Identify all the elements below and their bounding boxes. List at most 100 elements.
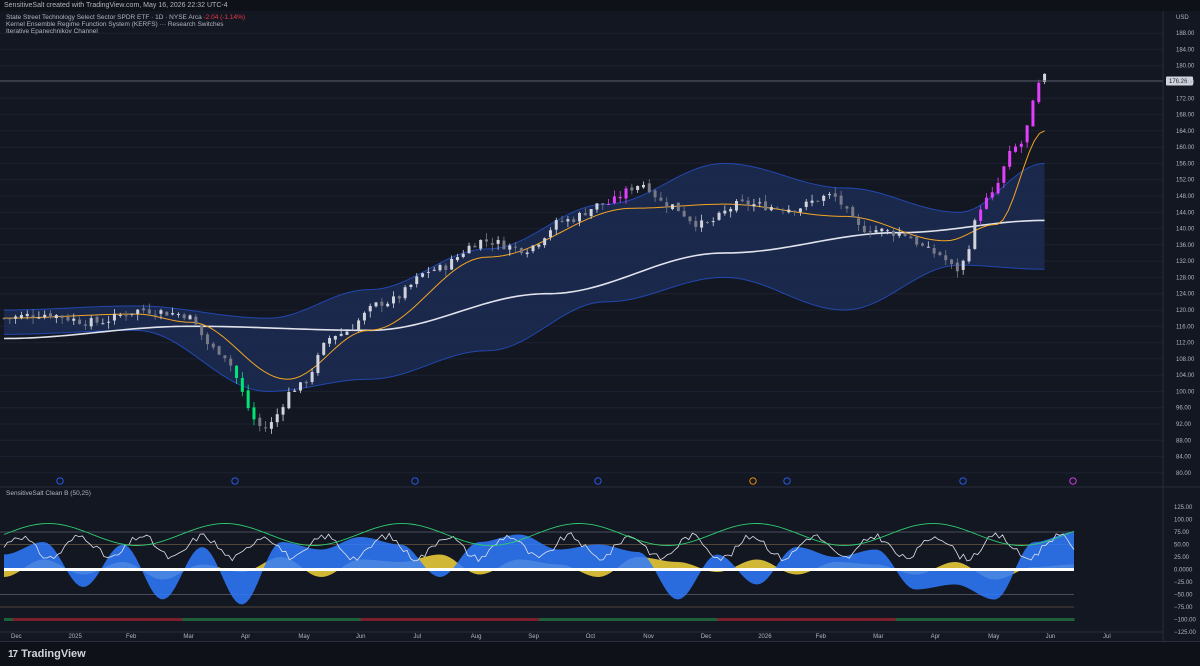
osc-heat-cell (316, 618, 326, 621)
price-tick-label: 180.00 (1176, 64, 1195, 70)
time-tick-label: May (988, 634, 999, 640)
osc-heat-cell (351, 618, 362, 621)
candle-body (397, 296, 401, 299)
candle-body (211, 343, 215, 348)
candle-body (147, 309, 151, 314)
candle-body (1019, 143, 1023, 147)
candle-body (72, 318, 76, 321)
candle-body (304, 381, 308, 384)
candle-body (89, 318, 93, 327)
osc-heat-cell (1002, 618, 1013, 621)
candle-body (205, 334, 209, 345)
candle-body (1031, 100, 1035, 127)
osc-heat-cell (574, 618, 585, 621)
osc-heat-cell (663, 618, 674, 621)
osc-heat-cell (851, 618, 861, 621)
legend-indicator-1[interactable]: Kernel Ensemble Regime Function System (… (6, 21, 223, 28)
osc-heat-cell (1056, 618, 1066, 621)
candle-body (258, 417, 262, 427)
candle-body (450, 258, 454, 270)
chart-frame[interactable]: 176.26 USD 188.00 184.00 180.00 176.00 172.00… (0, 11, 1200, 641)
osc-heat-cell (342, 618, 353, 621)
time-tick-label: Mar (183, 634, 193, 640)
candle-body (316, 355, 320, 374)
osc-tick-label: 75.00 (1174, 530, 1190, 536)
osc-heat-cell (547, 618, 558, 621)
osc-heat-cell (842, 618, 852, 621)
osc-heat-cell (797, 618, 807, 621)
osc-heat-cell (833, 618, 843, 621)
candle-body (572, 219, 576, 223)
time-tick-label: Apr (241, 634, 250, 640)
candle-body (816, 200, 820, 202)
osc-zero-band (4, 568, 1074, 571)
osc-heat-cell (57, 618, 67, 621)
candle-body (676, 202, 680, 212)
price-tick-label: 136.00 (1176, 243, 1195, 249)
osc-tick-label: −125.00 (1174, 630, 1197, 636)
candle-body (938, 252, 942, 256)
time-tick-label: Oct (586, 634, 596, 640)
time-tick-label: Aug (471, 634, 482, 640)
candle-body (403, 287, 407, 299)
candle-body (961, 260, 965, 270)
candle-body (618, 196, 622, 199)
candle-body (107, 321, 111, 323)
candle-body (612, 196, 616, 204)
osc-heat-cell (940, 618, 950, 621)
candle-body (473, 245, 477, 248)
osc-heat-cell (601, 618, 611, 621)
candle-body (926, 246, 930, 248)
candle-body (386, 303, 390, 307)
candle-body (711, 221, 715, 223)
osc-heat-cell (75, 618, 85, 621)
osc-heat-cell (128, 618, 139, 621)
time-tick-label: Jun (356, 634, 366, 640)
chart-canvas[interactable]: 176.26 USD 188.00 184.00 180.00 176.00 172.00… (0, 11, 1200, 641)
time-tick-label: Sep (528, 634, 539, 640)
osc-heat-cell (235, 618, 246, 621)
candle-body (362, 312, 366, 321)
osc-heat-cell (271, 618, 281, 621)
candle-body (793, 210, 797, 212)
candle-body (804, 201, 808, 207)
legend-oscillator[interactable]: SensitiveSalt Clean B (50,25) (6, 490, 91, 497)
osc-heat-cell (993, 618, 1004, 621)
osc-tick-label: −75.00 (1174, 605, 1193, 611)
candle-body (426, 271, 430, 273)
candle-body (8, 318, 12, 320)
osc-heat-cell (280, 618, 290, 621)
candle-body (682, 210, 686, 217)
earnings-icon (1069, 477, 1077, 485)
candle-body (496, 239, 500, 244)
osc-heat-cell (467, 618, 478, 621)
osc-heat-cell (583, 618, 593, 621)
osc-heat-cell (289, 618, 299, 621)
candle-body (351, 329, 355, 331)
candle-body (1037, 82, 1041, 103)
osc-heat-cell (931, 618, 941, 621)
candle-body (857, 218, 861, 225)
tradingview-logo[interactable]: 17 TradingView (8, 648, 86, 660)
osc-heat-cell (423, 618, 433, 621)
candle-body (83, 324, 87, 326)
time-tick-label: 2025 (68, 634, 82, 640)
osc-heat-cell (886, 618, 897, 621)
price-tick-label: 88.00 (1176, 438, 1192, 444)
osc-heat-cell (440, 618, 451, 621)
candle-body (136, 309, 140, 314)
candle-body (368, 306, 372, 312)
osc-heat-cell (476, 618, 486, 621)
osc-heat-cell (414, 618, 424, 621)
price-tick-label: 168.00 (1176, 113, 1195, 119)
legend-indicator-2[interactable]: Iterative Epanechnikov Channel (6, 28, 98, 35)
candle-body (479, 239, 483, 249)
osc-heat-cell (556, 618, 567, 621)
legend-symbol[interactable]: State Street Technology Select Sector SP… (6, 14, 245, 21)
osc-heat-cell (494, 618, 504, 621)
candle-body (769, 207, 773, 211)
osc-heat-cell (387, 618, 397, 621)
candle-body (409, 284, 413, 287)
candle-body (636, 186, 640, 191)
osc-heat-cell (209, 618, 219, 621)
